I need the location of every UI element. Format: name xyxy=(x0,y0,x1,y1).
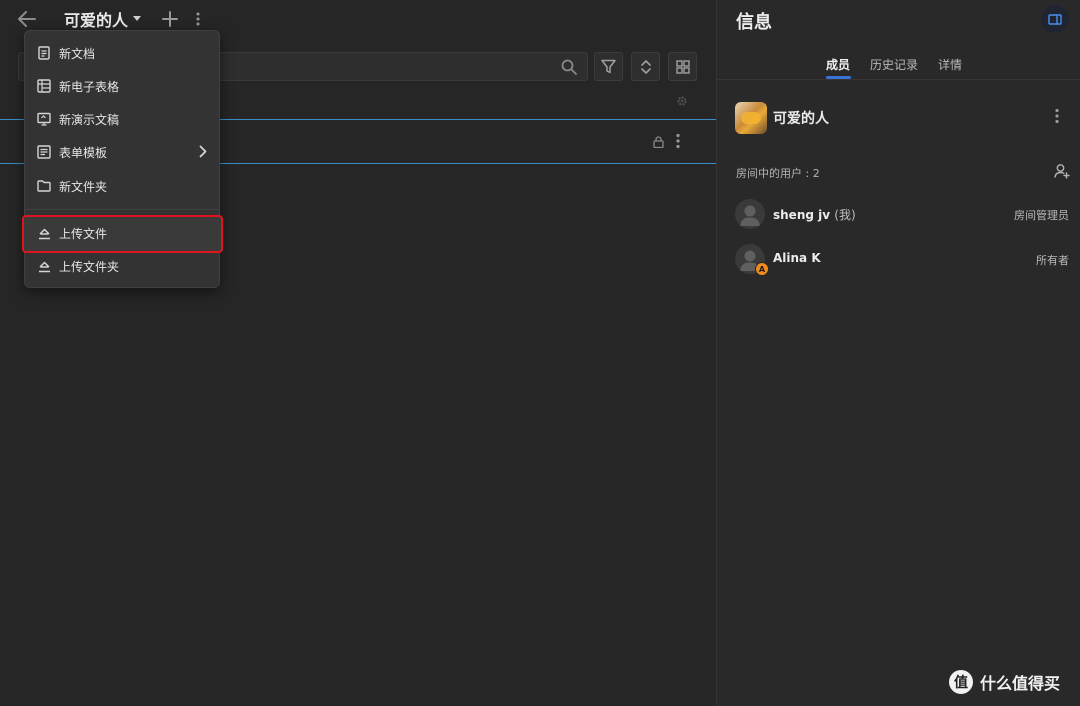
chevron-right-icon xyxy=(199,145,207,158)
menu-item-label: 上传文件夹 xyxy=(59,259,120,274)
folder-icon xyxy=(37,179,51,193)
document-icon xyxy=(37,46,51,60)
lock-icon[interactable] xyxy=(653,136,664,148)
current-user-marker: (我) xyxy=(834,208,856,222)
spreadsheet-icon xyxy=(37,79,51,93)
add-user-icon xyxy=(1054,164,1070,179)
app-root: 可爱的人 新文档 新电子表格 新演示文稿 表单模板 新文件夹 上传文件 上传文件… xyxy=(0,0,1080,706)
user-row[interactable]: A Alina K 所有者 xyxy=(717,244,1080,278)
room-title-dropdown[interactable]: 可爱的人 xyxy=(64,7,142,31)
menu-item-label: 新文件夹 xyxy=(59,179,108,194)
main-area: 可爱的人 新文档 新电子表格 新演示文稿 表单模板 新文件夹 上传文件 上传文件… xyxy=(0,0,716,706)
menu-item-label: 新电子表格 xyxy=(59,79,120,94)
menu-item-label: 上传文件 xyxy=(59,226,108,241)
row-more-button[interactable] xyxy=(676,133,680,149)
user-name-text: Alina K xyxy=(773,251,821,265)
add-button[interactable] xyxy=(159,7,181,31)
panel-tabs: 成员 历史记录 详情 xyxy=(717,56,1080,79)
sidebar-panel-icon xyxy=(1048,13,1062,25)
menu-item-new-folder[interactable]: 新文件夹 xyxy=(25,170,219,202)
tab-members[interactable]: 成员 xyxy=(826,56,850,73)
menu-item-label: 表单模板 xyxy=(59,145,108,160)
room-name: 可爱的人 xyxy=(773,111,829,127)
sort-button[interactable] xyxy=(631,52,660,81)
menu-item-upload-folder[interactable]: 上传文件夹 xyxy=(25,250,219,282)
kebab-icon xyxy=(676,133,680,149)
sort-icon xyxy=(640,59,651,74)
info-panel: 信息 成员 历史记录 详情 可爱的人 房间中的用户 : 2 sheng jv (… xyxy=(716,0,1080,706)
tab-history[interactable]: 历史记录 xyxy=(870,56,918,73)
menu-item-new-spreadsheet[interactable]: 新电子表格 xyxy=(25,70,219,102)
avatar xyxy=(735,199,765,229)
menu-item-label: 新演示文稿 xyxy=(59,112,120,127)
panel-title: 信息 xyxy=(736,12,772,33)
user-role: 房间管理员 xyxy=(1014,209,1069,222)
tab-details[interactable]: 详情 xyxy=(938,56,962,73)
view-toggle-button[interactable] xyxy=(668,52,697,81)
search-icon[interactable] xyxy=(561,59,577,75)
kebab-icon xyxy=(196,12,200,26)
page-title: 可爱的人 xyxy=(64,11,129,30)
panel-toggle-button[interactable] xyxy=(1041,5,1069,33)
upload-icon xyxy=(37,226,51,240)
form-template-icon xyxy=(37,145,51,159)
room-more-button[interactable] xyxy=(1055,108,1059,124)
column-settings-icon[interactable] xyxy=(676,95,688,107)
menu-item-label: 新文档 xyxy=(59,46,96,61)
user-name-text: sheng jv xyxy=(773,208,831,222)
user-name: sheng jv (我) xyxy=(773,206,856,223)
filter-icon xyxy=(601,59,616,74)
watermark: 值 什么值得买 xyxy=(949,670,1060,694)
create-menu: 新文档 新电子表格 新演示文稿 表单模板 新文件夹 上传文件 上传文件夹 xyxy=(22,30,223,288)
user-name: Alina K xyxy=(773,251,821,265)
tabs-divider xyxy=(717,79,1080,80)
room-avatar xyxy=(735,102,767,134)
caret-down-icon xyxy=(133,16,142,22)
menu-item-upload-file[interactable]: 上传文件 xyxy=(25,217,219,249)
watermark-logo: 值 xyxy=(949,670,973,694)
user-row[interactable]: sheng jv (我) 房间管理员 xyxy=(717,199,1080,233)
grid-icon xyxy=(675,59,690,74)
watermark-text: 什么值得买 xyxy=(980,674,1061,693)
menu-divider xyxy=(25,209,219,210)
menu-item-new-presentation[interactable]: 新演示文稿 xyxy=(25,103,219,135)
kebab-icon xyxy=(1055,108,1059,124)
users-count-label: 房间中的用户 : 2 xyxy=(736,167,820,180)
default-avatar-icon xyxy=(740,205,760,226)
menu-item-new-document[interactable]: 新文档 xyxy=(25,37,219,69)
upload-folder-icon xyxy=(37,259,51,273)
more-options-button[interactable] xyxy=(189,7,207,31)
arrow-left-icon xyxy=(18,11,36,27)
filter-button[interactable] xyxy=(594,52,623,81)
back-button[interactable] xyxy=(14,7,40,31)
invite-user-button[interactable] xyxy=(1054,163,1070,179)
menu-item-form-template[interactable]: 表单模板 xyxy=(25,136,219,168)
plus-icon xyxy=(162,11,178,27)
owner-badge: A xyxy=(755,262,769,276)
user-role: 所有者 xyxy=(1036,254,1069,267)
presentation-icon xyxy=(37,112,51,126)
